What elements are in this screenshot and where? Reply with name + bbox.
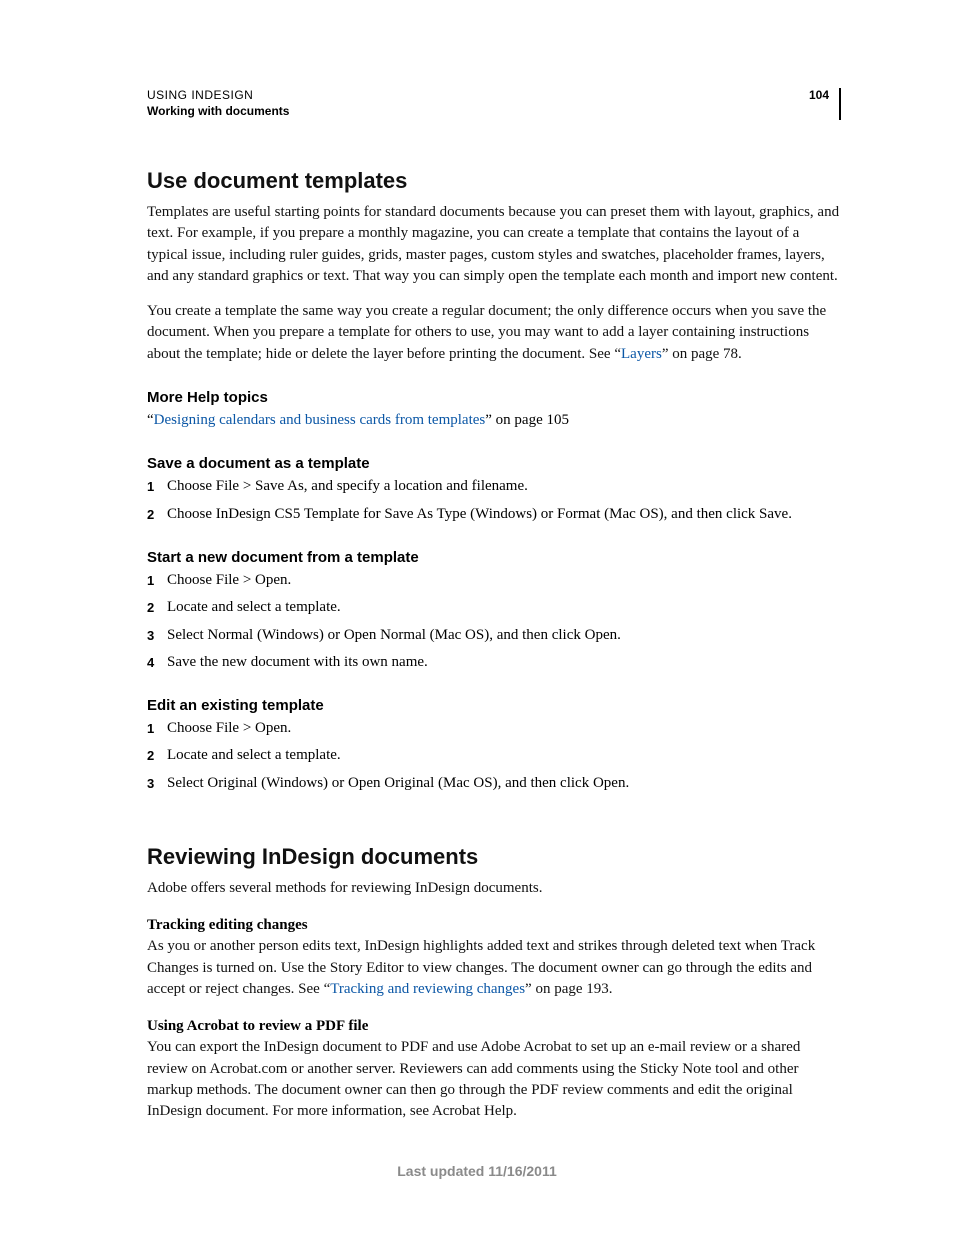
steps-start-new: Choose File > Open. Locate and select a … bbox=[147, 570, 841, 673]
paragraph: You create a template the same way you c… bbox=[147, 301, 841, 365]
paragraph: Templates are useful starting points for… bbox=[147, 202, 841, 287]
text-run: ” on page 78. bbox=[662, 346, 742, 362]
page-number-wrap: 104 bbox=[809, 88, 841, 120]
step-item: Select Normal (Windows) or Open Normal (… bbox=[147, 625, 841, 646]
step-item: Locate and select a template. bbox=[147, 597, 841, 618]
heading-edit-existing-template: Edit an existing template bbox=[147, 697, 841, 714]
page-header: USING INDESIGN Working with documents 10… bbox=[147, 88, 841, 120]
step-item: Choose File > Save As, and specify a loc… bbox=[147, 476, 841, 497]
steps-edit-existing: Choose File > Open. Locate and select a … bbox=[147, 718, 841, 794]
header-doc-title: USING INDESIGN bbox=[147, 88, 289, 102]
paragraph: As you or another person edits text, InD… bbox=[147, 936, 841, 1000]
text-run: ” on page 105 bbox=[485, 412, 569, 428]
steps-save-as: Choose File > Save As, and specify a loc… bbox=[147, 476, 841, 525]
step-item: Choose File > Open. bbox=[147, 570, 841, 591]
subhead-tracking-changes: Tracking editing changes bbox=[147, 917, 841, 934]
text-run: ” on page 193. bbox=[525, 981, 612, 997]
step-item: Choose InDesign CS5 Template for Save As… bbox=[147, 504, 841, 525]
step-item: Choose File > Open. bbox=[147, 718, 841, 739]
link-designing-calendars[interactable]: Designing calendars and business cards f… bbox=[154, 412, 486, 428]
header-left: USING INDESIGN Working with documents bbox=[147, 88, 289, 118]
page-number: 104 bbox=[809, 88, 829, 102]
paragraph: You can export the InDesign document to … bbox=[147, 1037, 841, 1122]
step-item: Save the new document with its own name. bbox=[147, 652, 841, 673]
step-item: Select Original (Windows) or Open Origin… bbox=[147, 773, 841, 794]
more-help-link-line: “Designing calendars and business cards … bbox=[147, 410, 841, 431]
header-section-title: Working with documents bbox=[147, 104, 289, 118]
text-run: “ bbox=[147, 412, 154, 428]
link-layers[interactable]: Layers bbox=[621, 346, 662, 362]
heading-save-as-template: Save a document as a template bbox=[147, 455, 841, 472]
subhead-using-acrobat: Using Acrobat to review a PDF file bbox=[147, 1018, 841, 1035]
heading-more-help-topics: More Help topics bbox=[147, 389, 841, 406]
paragraph: Adobe offers several methods for reviewi… bbox=[147, 878, 841, 899]
link-tracking-reviewing-changes[interactable]: Tracking and reviewing changes bbox=[330, 981, 525, 997]
heading-start-new-document: Start a new document from a template bbox=[147, 549, 841, 566]
footer-last-updated: Last updated 11/16/2011 bbox=[0, 1163, 954, 1179]
step-item: Locate and select a template. bbox=[147, 745, 841, 766]
heading-use-document-templates: Use document templates bbox=[147, 168, 841, 194]
heading-reviewing-indesign-documents: Reviewing InDesign documents bbox=[147, 844, 841, 870]
